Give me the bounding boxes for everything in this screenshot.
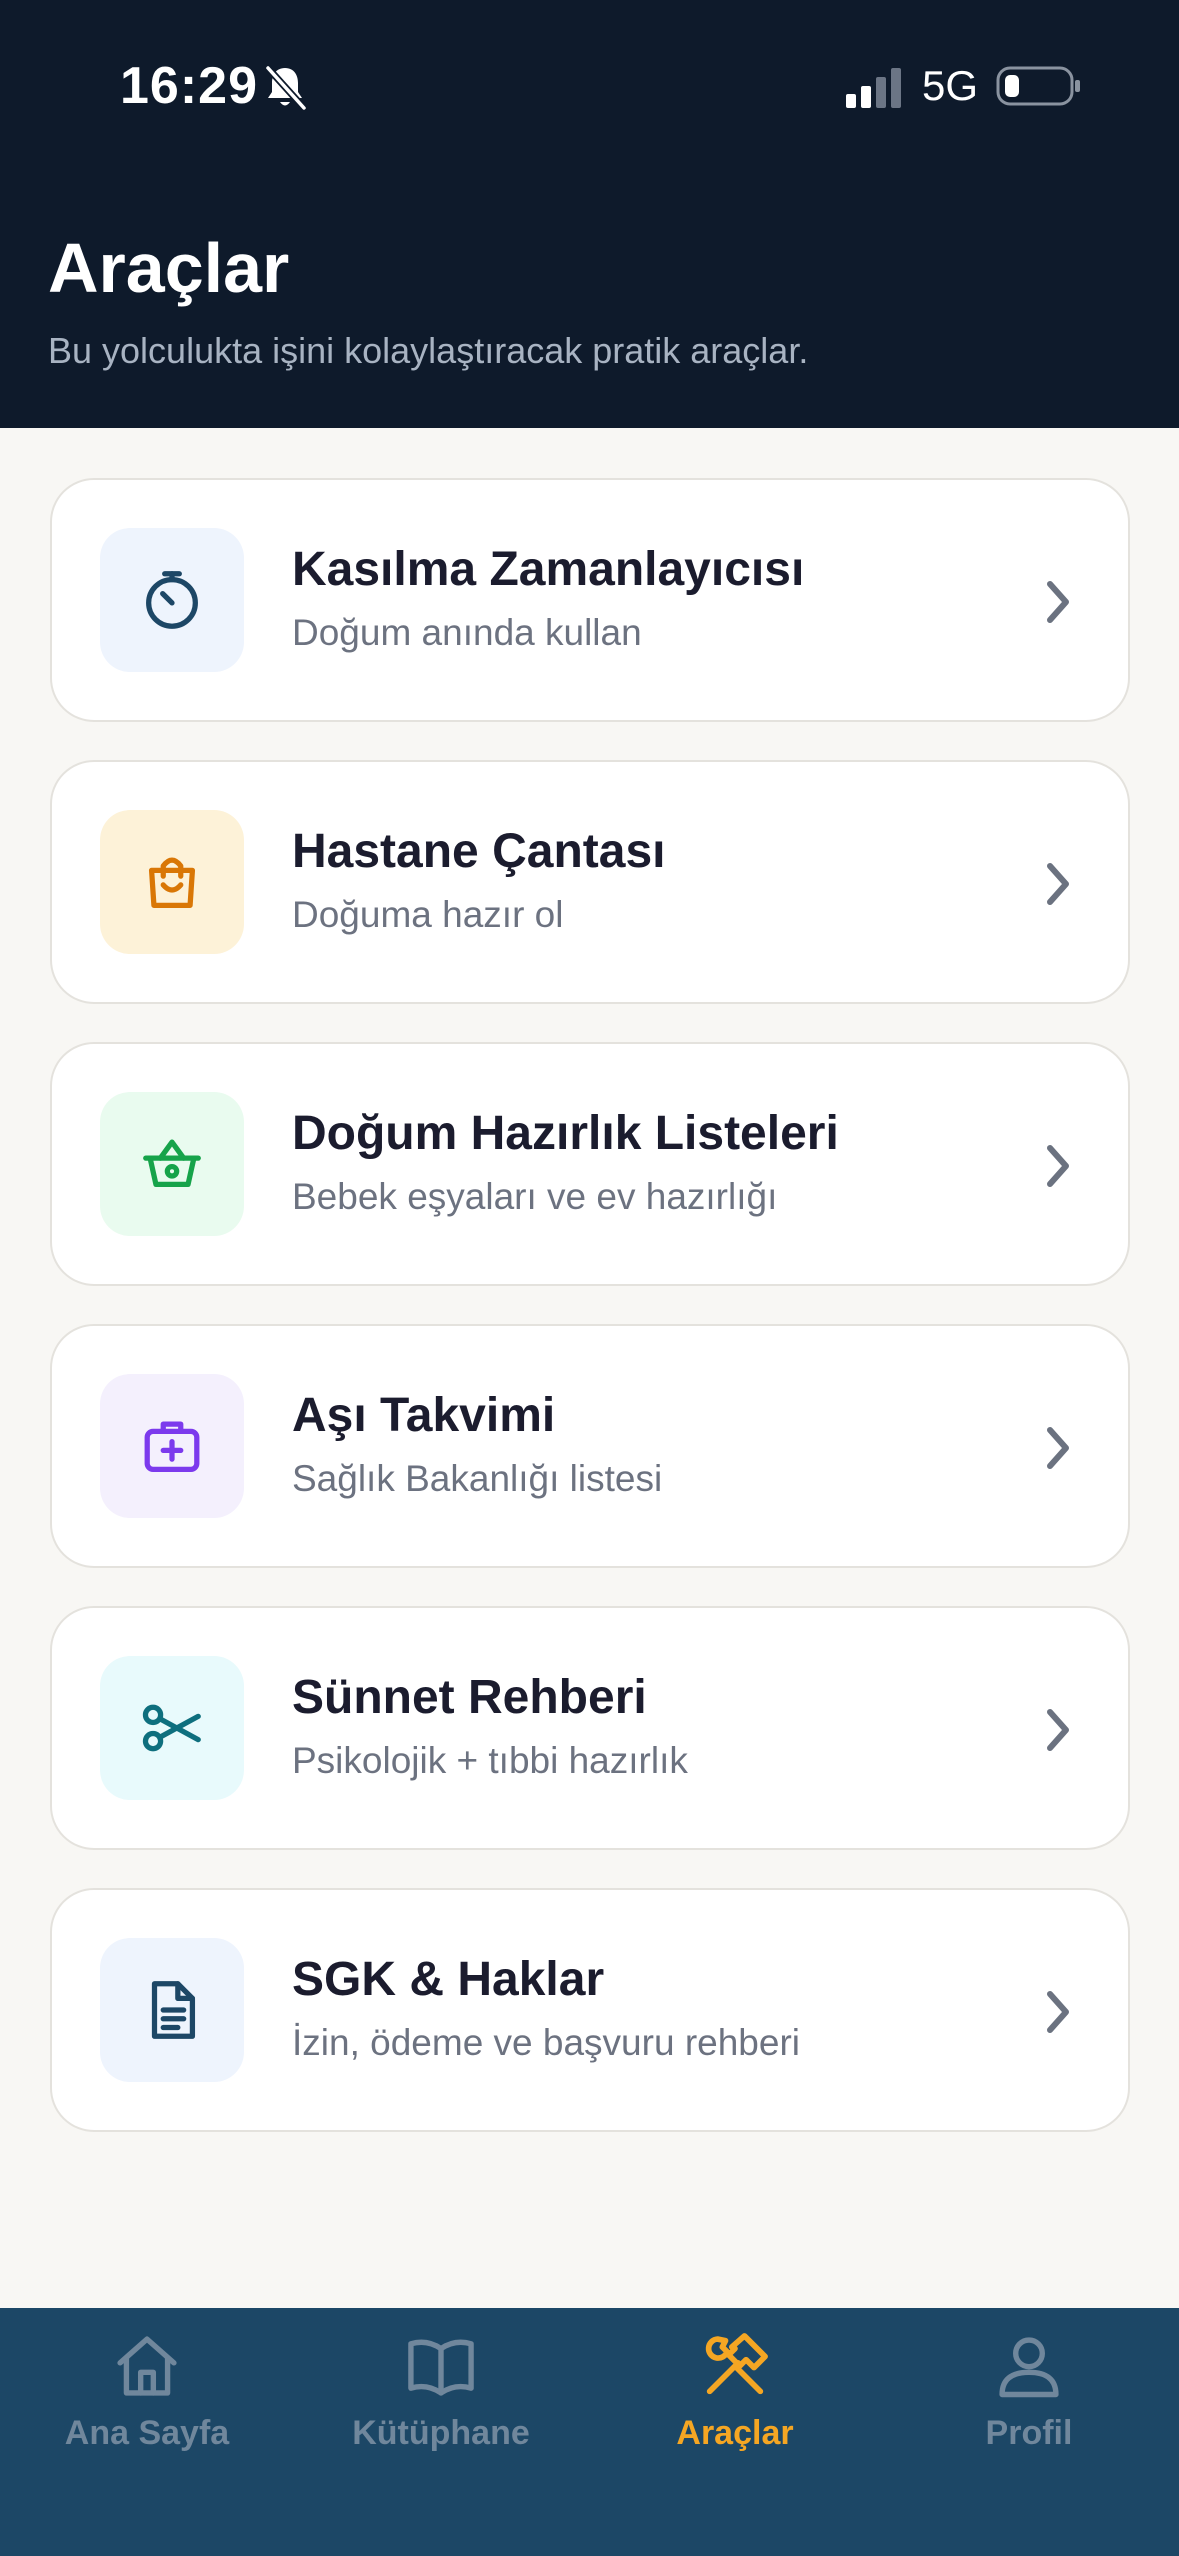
page-subtitle: Bu yolculukta işini kolaylaştıracak prat… [48,330,809,371]
tool-title: Doğum Hazırlık Listeleri [292,1107,839,1160]
tab-label: Ana Sayfa [64,2414,230,2452]
tools-icon [705,2333,768,2395]
chevron-right-icon [1047,1991,1069,2033]
home-icon [117,2336,177,2396]
chevron-right-icon [1047,863,1069,905]
tab-profile[interactable]: Profil [882,2308,1176,2468]
tab-label: Araçlar [676,2414,794,2452]
icon-container [100,1092,244,1236]
user-icon [999,2337,1059,2398]
tool-card-contraction-timer[interactable]: Kasılma Zamanlayıcısı Doğum anında kulla… [50,478,1130,722]
basket-icon [143,1139,201,1188]
tab-label: Profil [985,2414,1073,2452]
tool-card-birth-checklists[interactable]: Doğum Hazırlık Listeleri Bebek eşyaları … [50,1042,1130,1286]
signal-icon [846,68,901,108]
tool-subtitle: Doğuma hazır ol [292,894,564,935]
status-bar: 16:29 5G [0,0,1179,180]
tool-card-hospital-bag[interactable]: Hastane Çantası Doğuma hazır ol [50,760,1130,1004]
icon-container [100,1656,244,1800]
tool-card-vaccine-schedule[interactable]: Aşı Takvimi Sağlık Bakanlığı listesi [50,1324,1130,1568]
tool-title: Aşı Takvimi [292,1389,556,1442]
tab-label: Kütüphane [352,2414,530,2452]
bottom-tab-bar: Ana Sayfa Kütüphane Araçlar Profil [0,2308,1179,2556]
tool-subtitle: Sağlık Bakanlığı listesi [292,1458,663,1499]
tool-title: SGK & Haklar [292,1953,605,2006]
chevron-right-icon [1047,1709,1069,1751]
tool-subtitle: Psikolojik + tıbbi hazırlık [292,1740,688,1781]
tool-subtitle: Doğum anında kullan [292,612,642,653]
tool-title: Kasılma Zamanlayıcısı [292,543,805,596]
tool-subtitle: İzin, ödeme ve başvuru rehberi [292,2022,800,2063]
tools-screen: 16:29 5G Araçlar Bu yolculukta işini kol [0,0,1179,2556]
tab-library[interactable]: Kütüphane [294,2308,588,2468]
icon-container [100,1374,244,1518]
page-title: Araçlar [48,229,290,307]
chevron-right-icon [1047,1145,1069,1187]
tool-subtitle: Bebek eşyaları ve ev hazırlığı [292,1176,778,1217]
tool-card-sgk-rights[interactable]: SGK & Haklar İzin, ödeme ve başvuru rehb… [50,1888,1130,2132]
tab-home[interactable]: Ana Sayfa [0,2308,294,2468]
document-icon [151,1981,196,2039]
header: 16:29 5G Araçlar Bu yolculukta işini kol [0,0,1179,428]
bell-muted-icon [264,64,308,112]
icon-container [100,810,244,954]
timer-icon [146,571,198,629]
chevron-right-icon [1047,1427,1069,1469]
medical-kit-icon [144,1421,200,1472]
tool-title: Hastane Çantası [292,825,666,878]
tool-title: Sünnet Rehberi [292,1671,647,1724]
tool-card-circumcision-guide[interactable]: Sünnet Rehberi Psikolojik + tıbbi hazırl… [50,1606,1130,1850]
battery-icon [996,66,1080,106]
chevron-right-icon [1047,581,1069,623]
tab-tools[interactable]: Araçlar [588,2308,882,2468]
icon-container [100,528,244,672]
status-time: 16:29 [120,57,258,115]
network-type: 5G [922,62,979,109]
book-icon [408,2339,474,2396]
icon-container [100,1938,244,2082]
scissors-icon [142,1704,201,1752]
shopping-bag-icon [148,857,196,908]
